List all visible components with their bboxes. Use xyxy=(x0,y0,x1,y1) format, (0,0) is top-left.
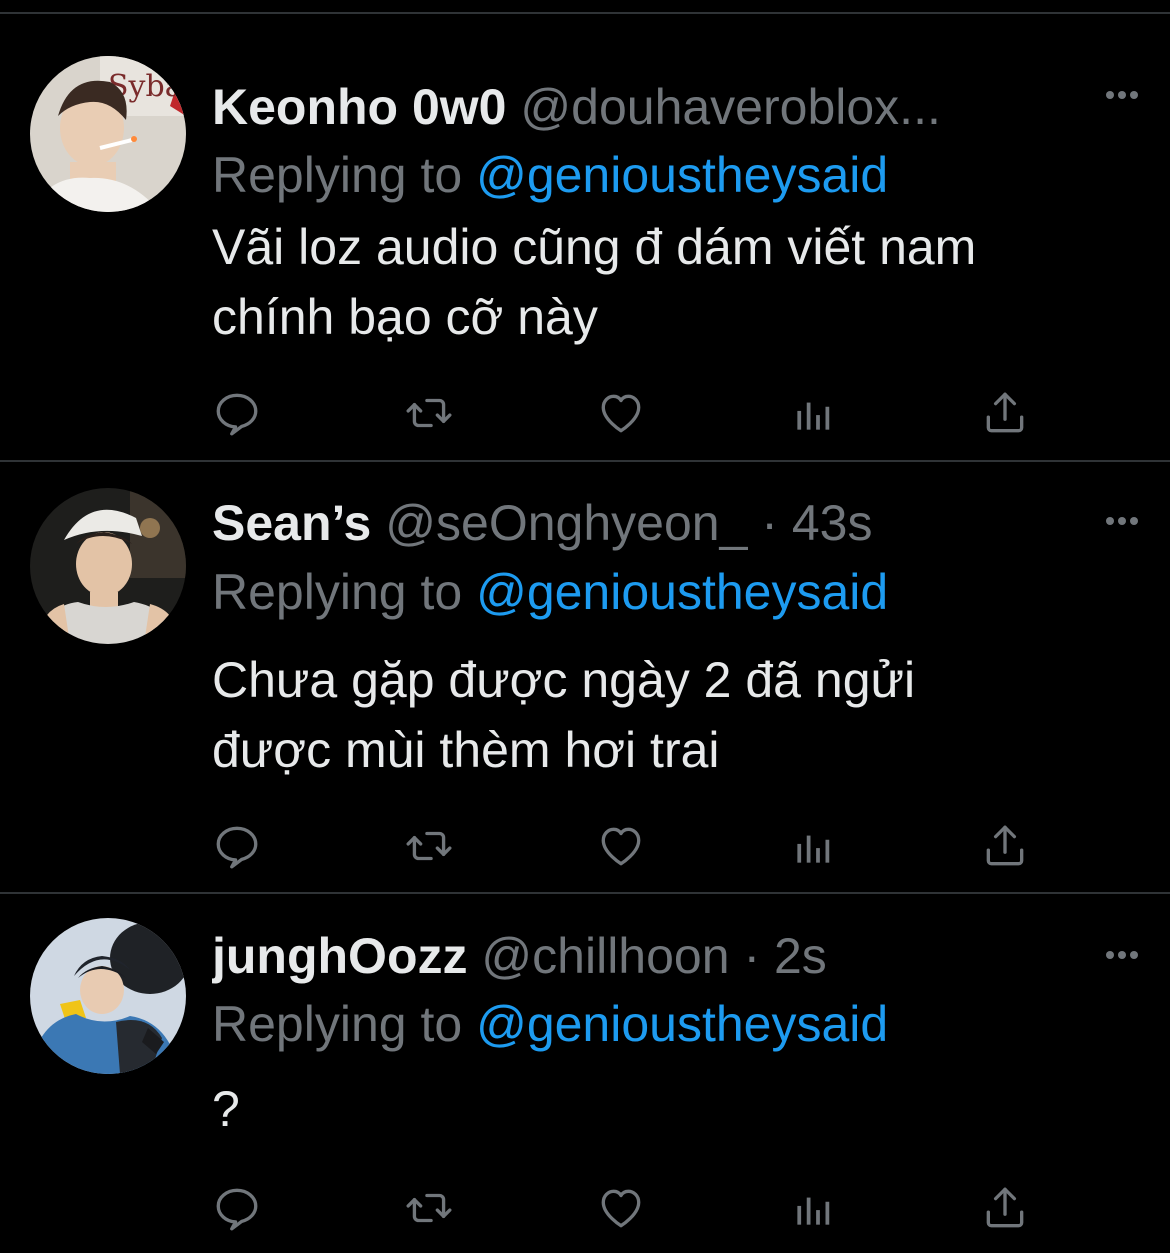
tweet-text-line: ? xyxy=(212,1081,240,1137)
tweet-header: junghOozz @chillhoon · 2s xyxy=(212,926,1080,986)
tweet-header: Keonho 0w0 @douhaveroblox... xyxy=(212,77,1080,137)
avatar[interactable] xyxy=(30,488,186,644)
replying-to-line: Replying to @genioustheysaid xyxy=(212,994,888,1054)
share-icon[interactable] xyxy=(980,1183,1030,1233)
more-options-icon[interactable] xyxy=(1102,945,1142,965)
views-icon[interactable] xyxy=(788,821,838,871)
separator-dot: · xyxy=(761,495,778,551)
share-icon[interactable] xyxy=(980,821,1030,871)
separator-dot: · xyxy=(743,928,761,984)
tweet-item[interactable]: Sean’s @seOnghyeon_ · 43s Replying to @g… xyxy=(0,462,1170,894)
reply-icon[interactable] xyxy=(212,821,262,871)
reply-target-link[interactable]: @genioustheysaid xyxy=(476,564,888,620)
views-icon[interactable] xyxy=(788,1183,838,1233)
reply-icon[interactable] xyxy=(212,1183,262,1233)
views-icon[interactable] xyxy=(788,388,838,438)
more-options-icon[interactable] xyxy=(1102,85,1142,105)
replying-to-line: Replying to @genioustheysaid xyxy=(212,562,888,622)
tweet-item[interactable]: Sybau Keonho 0w0 @douhaveroblox... Reply… xyxy=(0,14,1170,462)
user-handle[interactable]: @douhaveroblox... xyxy=(520,79,940,135)
tweet-text-line: được mùi thèm hơi trai xyxy=(212,722,720,778)
tweet-text-line: Vãi loz audio cũng đ dám viết nam xyxy=(212,219,977,275)
user-handle[interactable]: @chillhoon xyxy=(481,928,729,984)
more-options-icon[interactable] xyxy=(1102,511,1142,531)
tweet-actions xyxy=(212,821,1042,871)
share-icon[interactable] xyxy=(980,388,1030,438)
retweet-icon[interactable] xyxy=(404,1183,454,1233)
like-icon[interactable] xyxy=(596,1183,646,1233)
avatar[interactable] xyxy=(30,918,186,1074)
retweet-icon[interactable] xyxy=(404,388,454,438)
tweet-actions xyxy=(212,1183,1042,1233)
tweet-time[interactable]: 43s xyxy=(792,495,873,551)
tweet-actions xyxy=(212,388,1042,438)
avatar[interactable]: Sybau xyxy=(30,56,186,212)
tweet-text: ? xyxy=(212,1074,1142,1144)
tweet-text-line: Chưa gặp được ngày 2 đã ngửi xyxy=(212,652,916,708)
display-name[interactable]: Keonho 0w0 xyxy=(212,79,506,135)
tweet-text: Chưa gặp được ngày 2 đã ngửi được mùi th… xyxy=(212,645,1142,785)
display-name[interactable]: junghOozz xyxy=(212,928,468,984)
replying-to-line: Replying to @genioustheysaid xyxy=(212,145,888,205)
replying-to-label: Replying to xyxy=(212,564,463,620)
replying-to-label: Replying to xyxy=(212,147,463,203)
tweet-header: Sean’s @seOnghyeon_ · 43s xyxy=(212,493,1080,553)
replying-to-label: Replying to xyxy=(212,996,463,1052)
tweet-text: Vãi loz audio cũng đ dám viết nam chính … xyxy=(212,212,1142,352)
tweet-item[interactable]: junghOozz @chillhoon · 2s Replying to @g… xyxy=(0,894,1170,1253)
user-handle[interactable]: @seOnghyeon_ xyxy=(385,495,747,551)
like-icon[interactable] xyxy=(596,388,646,438)
reply-icon[interactable] xyxy=(212,388,262,438)
reply-target-link[interactable]: @genioustheysaid xyxy=(476,147,888,203)
retweet-icon[interactable] xyxy=(404,821,454,871)
like-icon[interactable] xyxy=(596,821,646,871)
tweet-time[interactable]: 2s xyxy=(774,928,827,984)
reply-target-link[interactable]: @genioustheysaid xyxy=(476,996,888,1052)
tweet-text-line: chính bạo cỡ này xyxy=(212,289,598,345)
display-name[interactable]: Sean’s xyxy=(212,495,371,551)
